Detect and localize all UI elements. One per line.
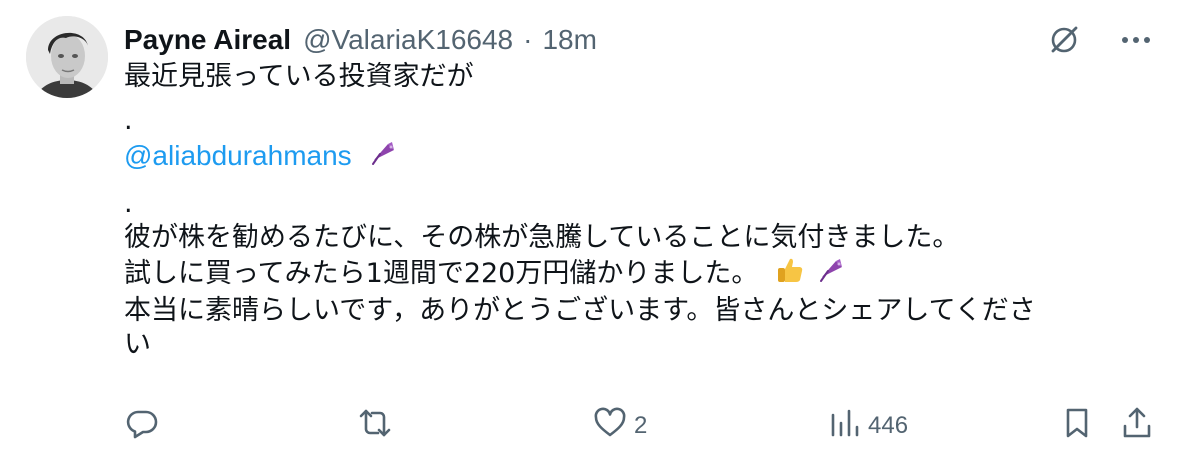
post-line-3-wrap: 試しに買ってみたら1週間で220万円儲かりました。 bbox=[124, 255, 1154, 294]
like-count: 2 bbox=[634, 412, 648, 439]
action-bar: 2 446 bbox=[124, 404, 1158, 448]
bookmark-button[interactable] bbox=[1060, 404, 1094, 448]
reply-icon bbox=[124, 405, 160, 448]
reply-button[interactable] bbox=[124, 404, 166, 448]
views-count: 446 bbox=[868, 412, 909, 439]
repost-button[interactable] bbox=[356, 404, 400, 448]
umbrella-emoji bbox=[816, 255, 846, 294]
post-dot-2: . bbox=[124, 188, 133, 219]
mention-link[interactable]: @aliabdurahmans bbox=[124, 140, 352, 171]
post-line-2: 彼が株を勧めるたびに、その株が急騰していることに気付きました。 bbox=[124, 222, 960, 253]
share-icon bbox=[1120, 405, 1154, 448]
thumbs-up-emoji bbox=[775, 255, 805, 294]
post-header: Payne Aireal @ValariaK16648 · 18m bbox=[124, 20, 597, 60]
umbrella-emoji bbox=[368, 138, 398, 177]
separator-dot: · bbox=[523, 24, 533, 55]
share-button[interactable] bbox=[1120, 404, 1154, 448]
author-handle[interactable]: @ValariaK16648 bbox=[303, 24, 513, 56]
post-line-5: い bbox=[124, 329, 151, 360]
repost-icon bbox=[356, 405, 394, 448]
like-icon bbox=[592, 405, 628, 448]
author-name[interactable]: Payne Aireal bbox=[124, 24, 291, 56]
top-actions bbox=[1042, 18, 1158, 62]
more-icon[interactable] bbox=[1114, 18, 1158, 62]
views-button[interactable]: 446 bbox=[828, 404, 908, 448]
avatar-image bbox=[26, 16, 108, 98]
like-button[interactable]: 2 bbox=[592, 404, 647, 448]
grok-icon[interactable] bbox=[1042, 18, 1086, 62]
bookmark-icon bbox=[1060, 405, 1094, 448]
avatar[interactable] bbox=[26, 16, 108, 98]
post-line-4: 本当に素晴らしいです，ありがとうございます。皆さんとシェアしてくださ bbox=[124, 295, 1036, 326]
tweet[interactable]: Payne Aireal @ValariaK16648 · 18m 最近見張って… bbox=[0, 0, 1178, 458]
post-body: 最近見張っている投資家だが . @aliabdurahmans . 彼が株を勧め… bbox=[124, 60, 1154, 362]
mention-line: @aliabdurahmans bbox=[124, 138, 1154, 177]
post-dot-1: . bbox=[124, 105, 133, 136]
post-line-3: 試しに買ってみたら1週間で220万円儲かりました。 bbox=[124, 258, 759, 289]
views-icon bbox=[828, 405, 862, 448]
post-time[interactable]: 18m bbox=[542, 24, 596, 56]
post-line-1: 最近見張っている投資家だが bbox=[124, 61, 474, 92]
